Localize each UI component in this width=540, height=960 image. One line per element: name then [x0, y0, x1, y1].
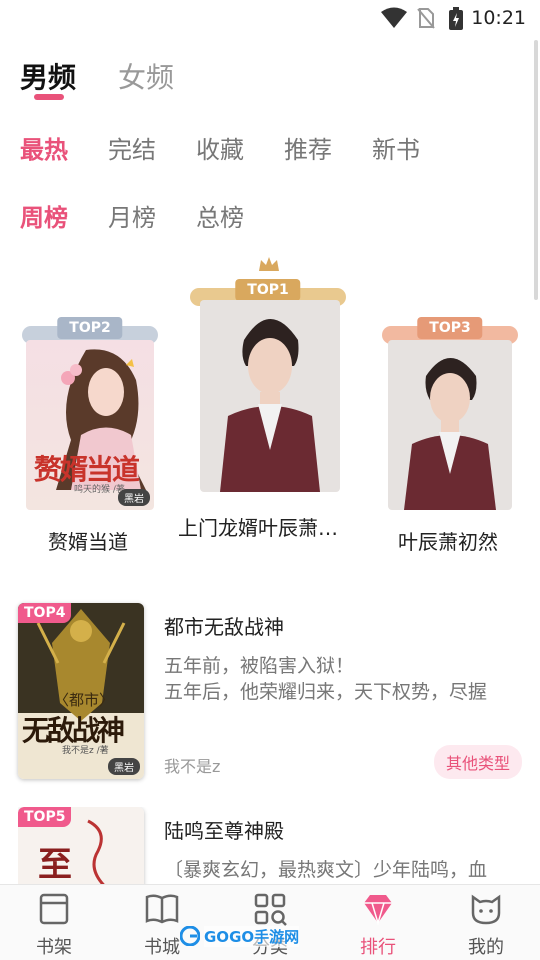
- list-item-top5[interactable]: 至 TOP5 陆鸣至尊神殿 〔暴爽玄幻，最热爽文〕少年陆鸣，血: [18, 807, 530, 884]
- battery-charging-icon: [449, 7, 463, 30]
- rank-label-top2: TOP2: [57, 317, 123, 339]
- publisher-badge-top2: 黑岩: [118, 489, 150, 506]
- book-title-top5: 陆鸣至尊神殿: [164, 819, 284, 843]
- book-cover-top3: [388, 340, 512, 510]
- cover-author-top2: 鸣天的猴 /著: [74, 485, 125, 495]
- book-cover-top5: 至 TOP5: [18, 807, 144, 884]
- book-cover-top4: 〈都市〉 无敌战神 我不是z /著 黑岩 TOP4: [18, 603, 144, 779]
- active-tab-indicator: [34, 94, 64, 100]
- no-sim-icon: [417, 8, 435, 29]
- book-title-top4: 都市无敌战神: [164, 615, 284, 639]
- tab-hottest[interactable]: 最热: [20, 130, 68, 165]
- cover-art-top3: [388, 340, 512, 510]
- crown-icon: [259, 257, 279, 271]
- podium-top3[interactable]: TOP3 叶辰萧初然: [382, 317, 518, 558]
- cover-art-top1: [200, 300, 340, 492]
- book-cover-top2: 赘婿当道 鸣天的猴 /著 黑岩: [26, 340, 154, 510]
- rank-label-top3: TOP3: [417, 317, 483, 339]
- cover-title-top5: 至: [38, 845, 72, 884]
- list-item-top4[interactable]: 〈都市〉 无敌战神 我不是z /著 黑岩 TOP4 都市无敌战神 五年前，被陷害…: [18, 603, 530, 783]
- book-title-top3: 叶辰萧初然: [398, 530, 498, 554]
- nav-label: 排行: [360, 937, 396, 958]
- watermark-logo: GOGO手游网: [180, 924, 300, 950]
- status-time: 10:21: [471, 7, 526, 29]
- rank-badge-top5: TOP5: [18, 807, 72, 827]
- watermark-text: GOGO手游网: [204, 926, 300, 947]
- tab-completed[interactable]: 完结: [108, 130, 156, 165]
- tab-weekly[interactable]: 周榜: [20, 198, 68, 233]
- cover-author-top4: 我不是z /著: [62, 746, 109, 756]
- tab-female[interactable]: 女频: [118, 56, 174, 96]
- book-author-top4: 我不是z: [164, 757, 221, 776]
- nav-bookshelf[interactable]: 书架: [14, 891, 94, 959]
- desc-line: 五年前，被陷害入狱！: [164, 655, 355, 677]
- desc-line: 〔暴爽玄幻，最热爽文〕少年陆鸣，血: [164, 859, 488, 881]
- cat-face-icon: [471, 894, 501, 925]
- cover-genre-top4: 〈都市〉: [54, 691, 115, 709]
- book-description-top5: 〔暴爽玄幻，最热爽文〕少年陆鸣，血: [164, 857, 530, 883]
- desc-line: 五年后，他荣耀归来，天下权势，尽握: [164, 681, 488, 703]
- nav-rankings[interactable]: 排行: [338, 891, 418, 959]
- scrollbar[interactable]: [534, 40, 538, 300]
- wifi-icon: [381, 7, 407, 28]
- book-title-top2: 赘婿当道: [48, 530, 128, 554]
- book-title-top1: 上门龙婿叶辰萧…: [178, 516, 338, 540]
- bookshelf-icon: [39, 893, 69, 925]
- status-bar: 10:21: [0, 0, 540, 36]
- watermark-icon: [180, 926, 200, 946]
- nav-label: 书架: [36, 937, 72, 958]
- category-grid-icon: [254, 893, 287, 926]
- diamond-icon: [364, 895, 392, 926]
- publisher-badge-top4: 黑岩: [108, 758, 140, 775]
- tab-recommended[interactable]: 推荐: [284, 130, 332, 165]
- book-cover-top1: [200, 300, 340, 492]
- open-book-icon: [145, 894, 179, 924]
- tab-favorites[interactable]: 收藏: [196, 130, 244, 165]
- podium-top1[interactable]: TOP1 上门龙婿叶辰萧…: [178, 256, 354, 546]
- rank-badge-top4: TOP4: [18, 603, 72, 623]
- rank-label-top1: TOP1: [235, 279, 301, 301]
- book-description-top4: 五年前，被陷害入狱！ 五年后，他荣耀归来，天下权势，尽握: [164, 653, 530, 705]
- nav-label: 我的: [468, 937, 504, 958]
- tab-male[interactable]: 男频: [20, 56, 76, 96]
- category-tag-top4[interactable]: 其他类型: [433, 745, 522, 779]
- tab-new-books[interactable]: 新书: [372, 130, 420, 165]
- nav-profile[interactable]: 我的: [446, 891, 526, 959]
- tab-all-time[interactable]: 总榜: [196, 198, 244, 233]
- tab-monthly[interactable]: 月榜: [108, 198, 156, 233]
- podium-top2[interactable]: TOP2 赘婿当道 鸣天的猴 /著 黑岩 赘婿当道: [22, 317, 158, 558]
